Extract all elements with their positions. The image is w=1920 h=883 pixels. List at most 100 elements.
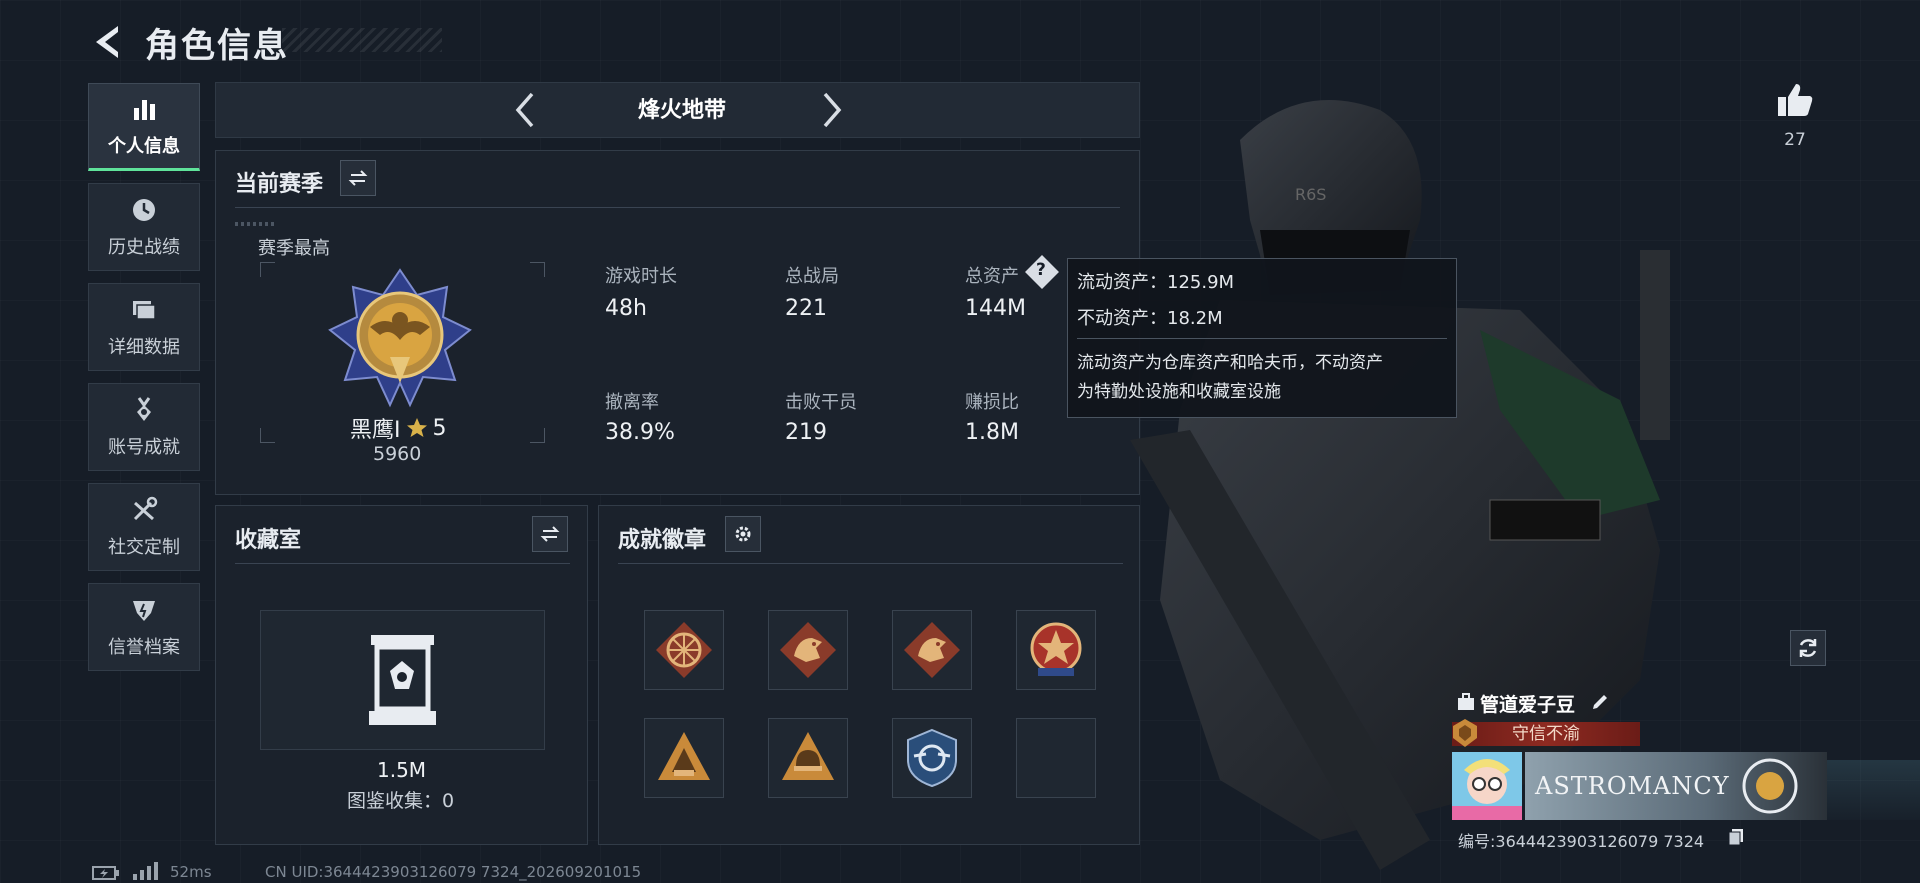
- clock-icon: [133, 199, 155, 221]
- badges-divider: [618, 563, 1123, 564]
- season-divider: [235, 207, 1120, 208]
- stat-assets-label: 总资产: [965, 266, 1019, 287]
- swap-icon: [540, 526, 560, 542]
- footer-uid: CN UID:3644423903126079 7324_20260920101…: [265, 863, 642, 881]
- pyramid-emblem-icon: [658, 732, 710, 780]
- page-title: 角色信息: [145, 26, 289, 66]
- sidebar-item-personal-info[interactable]: 个人信息: [88, 83, 200, 171]
- sidebar-item-label: 信誉档案: [108, 637, 180, 658]
- player-uid: 编号:3644423903126079 7324: [1458, 832, 1705, 851]
- svg-text:R6S: R6S: [1295, 185, 1326, 204]
- sidebar-item-details[interactable]: 详细数据: [88, 283, 200, 371]
- sidebar-item-label: 个人信息: [108, 136, 180, 157]
- swap-icon: [348, 170, 368, 186]
- collection-value: 1.5M: [377, 758, 427, 782]
- sidebar-item-reputation[interactable]: 信誉档案: [88, 583, 200, 671]
- folder-icon: [133, 301, 156, 320]
- tooltip-fixed-assets: 不动资产：18.2M: [1077, 308, 1223, 329]
- display-case-icon: [369, 635, 436, 725]
- badge-slot-7[interactable]: [892, 718, 972, 798]
- tooltip-description-1: 流动资产为仓库资产和哈夫币，不动资产: [1077, 353, 1383, 373]
- shield-icon: [133, 601, 155, 621]
- badge-slot-1[interactable]: [644, 610, 724, 690]
- wings-emblem-icon: [907, 728, 957, 788]
- season-switch-button[interactable]: [340, 160, 376, 196]
- tooltip-liquid-assets: 流动资产：125.9M: [1077, 272, 1235, 293]
- decor-dashes: [235, 222, 275, 226]
- stat-matches-value: 221: [785, 296, 827, 321]
- battery-icon: [92, 866, 119, 880]
- tools-icon: [133, 496, 158, 521]
- sidebar-item-social[interactable]: 社交定制: [88, 483, 200, 571]
- season-best-label: 赛季最高: [258, 238, 330, 259]
- season-title: 当前赛季: [235, 172, 324, 197]
- badge-slot-3[interactable]: [892, 610, 972, 690]
- avatar[interactable]: [1452, 752, 1522, 820]
- stat-extraction-value: 38.9%: [605, 420, 675, 445]
- badge-slot-6[interactable]: [768, 718, 848, 798]
- badge-slot-4[interactable]: [1016, 610, 1096, 690]
- helmet-emblem-icon: [782, 732, 834, 780]
- stat-profit-value: 1.8M: [965, 420, 1019, 445]
- player-name: 管道爱子豆: [1480, 694, 1576, 716]
- collection-title: 收藏室: [235, 528, 302, 553]
- reputation-badge: 守信不渝: [1452, 722, 1640, 746]
- sidebar-item-achievements[interactable]: 账号成就: [88, 383, 200, 471]
- stat-kills-label: 击败干员: [785, 392, 857, 413]
- sidebar-item-label: 账号成就: [108, 437, 180, 458]
- thumbs-up-icon[interactable]: [1775, 80, 1815, 120]
- next-mode-button[interactable]: [812, 88, 852, 132]
- collection-switch-button[interactable]: [532, 516, 568, 552]
- medal-icon: [137, 397, 151, 421]
- badge-slot-5[interactable]: [644, 718, 724, 798]
- rank-title: 黑鹰I 5: [350, 412, 447, 444]
- stat-kills-value: 219: [785, 420, 827, 445]
- avatar-image: [1452, 752, 1522, 820]
- like-count: 27: [1784, 130, 1806, 150]
- frame-corner: [260, 262, 275, 277]
- title-decoration: [282, 28, 442, 52]
- badge-slot-2[interactable]: [768, 610, 848, 690]
- gear-icon: [735, 526, 751, 542]
- signal-icon: [133, 862, 158, 880]
- sidebar-item-history[interactable]: 历史战绩: [88, 183, 200, 271]
- stat-matches-label: 总战局: [785, 266, 839, 287]
- stat-assets-value: 144M: [965, 296, 1026, 321]
- rank-stars: 5: [432, 415, 447, 441]
- frame-corner: [530, 428, 545, 443]
- dragon-emblem-icon: [904, 622, 960, 678]
- badges-title: 成就徽章: [618, 528, 707, 553]
- copy-icon[interactable]: [1728, 828, 1744, 846]
- tooltip-divider: [1077, 338, 1447, 339]
- badge-slot-empty[interactable]: [1016, 718, 1096, 798]
- briefcase-icon: [1458, 693, 1474, 710]
- banner-text: ASTROMANCY: [1535, 772, 1730, 800]
- stat-extraction-label: 撤离率: [605, 392, 659, 413]
- mode-name: 烽火地带: [637, 98, 726, 123]
- stat-playtime-value: 48h: [605, 296, 647, 321]
- frame-corner: [260, 428, 275, 443]
- star-medal-icon: [1030, 622, 1082, 676]
- back-arrow-icon[interactable]: [88, 22, 128, 62]
- collection-catalog: 图鉴收集：0: [347, 790, 455, 812]
- rotate-model-button[interactable]: [1790, 630, 1826, 666]
- rank-medal-icon: [328, 268, 472, 408]
- frame-corner: [530, 262, 545, 277]
- sidebar-item-label: 详细数据: [108, 337, 180, 358]
- wheel-emblem-icon: [656, 622, 712, 678]
- bar-chart-icon: [134, 100, 155, 120]
- rank-score: 5960: [373, 443, 422, 465]
- help-icon: ?: [1036, 260, 1046, 280]
- edit-name-icon[interactable]: [1590, 692, 1610, 712]
- stat-profit-label: 赚损比: [965, 392, 1019, 413]
- previous-mode-button[interactable]: [505, 88, 545, 132]
- tooltip-description-2: 为特勤处设施和收藏室设施: [1077, 382, 1281, 402]
- badges-settings-button[interactable]: [725, 516, 761, 552]
- reputation-icon: [1453, 719, 1477, 747]
- sidebar-item-label: 历史战绩: [108, 237, 180, 258]
- stat-playtime-label: 游戏时长: [605, 266, 677, 287]
- refresh-icon: [1799, 639, 1817, 657]
- rank-name: 黑鹰I: [350, 418, 401, 443]
- ping-text: 52ms: [170, 863, 212, 881]
- dragon-emblem-icon: [780, 622, 836, 678]
